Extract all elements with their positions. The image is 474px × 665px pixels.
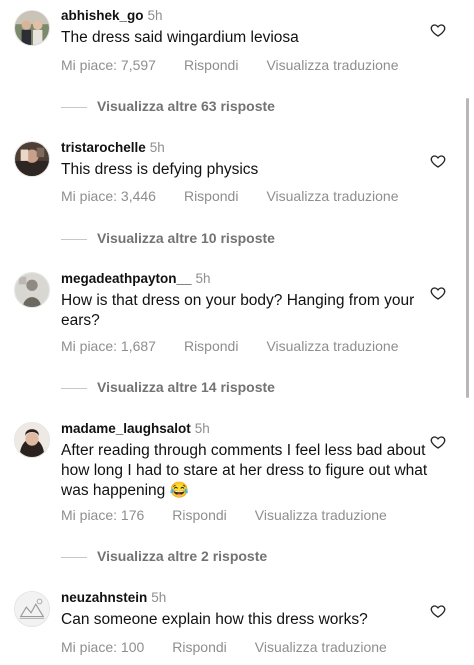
translate-link[interactable]: Visualizza traduzione	[255, 507, 387, 523]
heart-icon[interactable]	[430, 153, 446, 169]
view-replies-button[interactable]: Visualizza altre 14 risposte	[61, 378, 275, 396]
heart-icon[interactable]	[430, 603, 446, 619]
avatar[interactable]	[14, 141, 50, 177]
heart-icon[interactable]	[430, 285, 446, 301]
view-replies-label: Visualizza altre 10 risposte	[97, 230, 275, 246]
comment-username[interactable]: megadeathpayton__	[61, 271, 192, 286]
reply-button[interactable]: Rispondi	[172, 639, 226, 655]
heart-icon[interactable]	[430, 434, 446, 450]
replies-divider	[61, 106, 87, 108]
translate-link[interactable]: Visualizza traduzione	[266, 338, 398, 354]
comment-text: The dress said wingardium leviosa	[61, 29, 299, 46]
translate-link[interactable]: Visualizza traduzione	[255, 639, 387, 655]
comment-timestamp: 5h	[195, 271, 211, 286]
reply-button[interactable]: Rispondi	[184, 57, 238, 73]
comment-username[interactable]: tristarochelle	[61, 140, 146, 155]
heart-icon[interactable]	[430, 22, 446, 38]
view-replies-label: Visualizza altre 63 risposte	[97, 98, 275, 114]
reply-button[interactable]: Rispondi	[172, 507, 226, 523]
avatar[interactable]	[14, 10, 50, 46]
comment-username[interactable]: abhishek_go	[61, 8, 144, 23]
comment-timestamp: 5h	[194, 421, 210, 436]
view-replies-button[interactable]: Visualizza altre 63 risposte	[61, 97, 275, 115]
view-replies-button[interactable]: Visualizza altre 10 risposte	[61, 229, 275, 247]
comment-text: This dress is defying physics	[61, 161, 259, 178]
replies-divider	[61, 387, 87, 389]
translate-link[interactable]: Visualizza traduzione	[266, 57, 398, 73]
avatar[interactable]	[14, 422, 50, 458]
comment-timestamp: 5h	[147, 8, 163, 23]
view-replies-label: Visualizza altre 14 risposte	[97, 379, 275, 395]
comment-text: Can someone explain how this dress works…	[61, 611, 368, 628]
comment-text: How is that dress on your body? Hanging …	[61, 292, 415, 329]
reply-button[interactable]: Rispondi	[184, 188, 238, 204]
like-count: Mi piace: 176	[61, 507, 145, 523]
avatar[interactable]	[14, 591, 50, 627]
reply-button[interactable]: Rispondi	[184, 338, 238, 354]
like-count: Mi piace: 1,687	[61, 338, 156, 354]
view-replies-button[interactable]: Visualizza altre 2 risposte	[61, 547, 267, 565]
comments-panel: abhishek_go 5h The dress said wingardium …	[0, 0, 474, 665]
like-count: Mi piace: 100	[61, 639, 145, 655]
comment-text: After reading through comments I feel le…	[61, 442, 428, 499]
like-count: Mi piace: 3,446	[61, 188, 156, 204]
view-replies-label: Visualizza altre 2 risposte	[97, 548, 268, 564]
comment-timestamp: 5h	[151, 590, 167, 605]
translate-link[interactable]: Visualizza traduzione	[266, 188, 398, 204]
scrollbar[interactable]	[466, 98, 469, 398]
comment-timestamp: 5h	[149, 140, 165, 155]
like-count: Mi piace: 7,597	[61, 57, 156, 73]
avatar[interactable]	[14, 272, 50, 308]
replies-divider	[61, 556, 87, 558]
comment-username[interactable]: madame_laughsalot	[61, 421, 191, 436]
replies-divider	[61, 238, 87, 240]
comment-username[interactable]: neuzahnstein	[61, 590, 147, 605]
